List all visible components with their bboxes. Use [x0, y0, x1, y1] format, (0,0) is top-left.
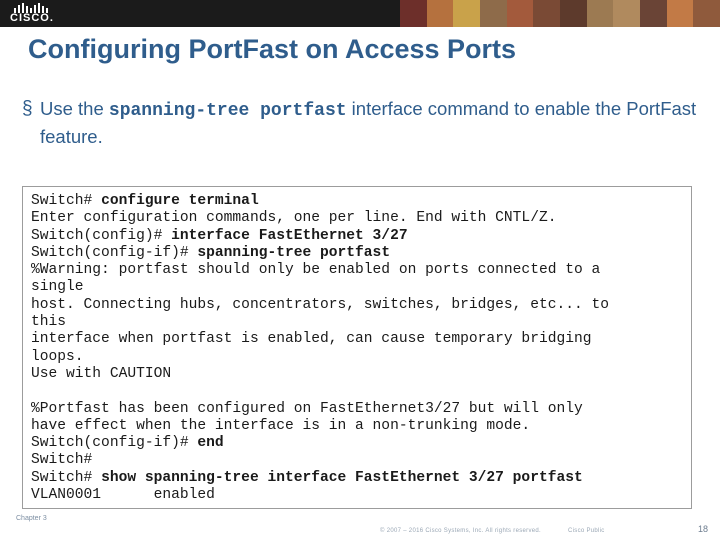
cli-line: %Portfast has been configured on FastEth… — [31, 401, 683, 418]
cli-line: Use with CAUTION — [31, 366, 683, 383]
cli-text: loops. — [31, 348, 84, 365]
cli-line: Switch(config-if)# spanning-tree portfas… — [31, 245, 683, 262]
cli-command: configure terminal — [101, 193, 259, 209]
cli-text: Enter configuration commands, one per li… — [31, 210, 557, 227]
cli-text: have effect when the interface is in a n… — [31, 417, 531, 434]
cli-command: show spanning-tree interface FastEtherne… — [101, 469, 583, 486]
cli-text: Switch# — [31, 469, 102, 486]
banner-photo — [666, 0, 694, 27]
cli-text: Use with CAUTION — [31, 365, 172, 382]
cli-line: have effect when the interface is in a n… — [31, 418, 683, 435]
bullet-marker: § — [22, 98, 33, 119]
bullet-text: Use the spanning-tree portfast interface… — [40, 96, 702, 149]
bullet-command: spanning-tree portfast — [108, 101, 347, 121]
cli-output-box: Switch# configure terminal Enter configur… — [22, 186, 692, 509]
header-banner: CISCO. — [0, 0, 720, 27]
banner-photo — [693, 0, 720, 27]
footer-copyright: © 2007 – 2016 Cisco Systems, Inc. All ri… — [380, 528, 542, 534]
cli-line: single — [31, 279, 683, 296]
cli-text: Switch# — [31, 193, 102, 209]
banner-photo — [640, 0, 667, 27]
banner-photo — [586, 0, 614, 27]
cli-line: Switch# configure terminal — [31, 193, 683, 210]
cli-line: Switch(config)# interface FastEthernet 3… — [31, 228, 683, 245]
cli-line: Enter configuration commands, one per li… — [31, 210, 683, 227]
cli-line: interface when portfast is enabled, can … — [31, 331, 683, 348]
cli-line: host. Connecting hubs, concentrators, sw… — [31, 297, 683, 314]
cli-text: Switch(config-if)# — [31, 435, 198, 452]
cli-line: Switch(config-if)# end — [31, 435, 683, 452]
cli-line: %Warning: portfast should only be enable… — [31, 262, 683, 279]
banner-photo — [480, 0, 507, 27]
cli-text: %Portfast has been configured on FastEth… — [31, 400, 583, 417]
cli-text: Switch(config)# — [31, 227, 172, 244]
cli-text: host. Connecting hubs, concentrators, sw… — [31, 296, 610, 313]
bullet-text-before: Use the — [40, 98, 109, 119]
cli-line — [31, 383, 683, 400]
footer-chapter: Chapter 3 — [16, 515, 47, 522]
cli-line: loops. — [31, 349, 683, 366]
cli-text: VLAN0001 enabled — [31, 487, 215, 504]
cli-text: interface when portfast is enabled, can … — [31, 331, 592, 348]
cli-command: interface FastEthernet 3/27 — [171, 227, 408, 244]
cli-text: single — [31, 279, 84, 296]
cisco-logo-text: CISCO. — [10, 12, 54, 24]
banner-photo — [560, 0, 587, 27]
banner-photo-strip — [400, 0, 720, 27]
cisco-logo: CISCO. — [6, 1, 72, 26]
cli-text: this — [31, 314, 67, 331]
banner-photo — [426, 0, 454, 27]
cli-line: VLAN0001 enabled — [31, 487, 683, 504]
banner-photo — [533, 0, 561, 27]
cli-text: Switch# — [31, 452, 93, 469]
cli-command: spanning-tree portfast — [197, 244, 391, 261]
cli-line: this — [31, 314, 683, 331]
banner-photo — [613, 0, 641, 27]
footer-page-number: 18 — [697, 524, 708, 534]
page-title: Configuring PortFast on Access Ports — [28, 34, 517, 64]
cli-line: Switch# show spanning-tree interface Fas… — [31, 470, 683, 487]
bullet-item: § Use the spanning-tree portfast interfa… — [22, 96, 702, 149]
slide: CISCO. Configuring PortFast on Access Po… — [0, 0, 720, 540]
cli-text: %Warning: portfast should only be enable… — [31, 262, 601, 279]
cli-line: Switch# — [31, 452, 683, 469]
cli-text: Switch(config-if)# — [31, 244, 198, 261]
footer-classification: Cisco Public — [568, 528, 605, 534]
cli-command: end — [197, 435, 224, 452]
banner-photo — [506, 0, 534, 27]
banner-photo — [400, 0, 427, 27]
banner-photo — [453, 0, 481, 27]
